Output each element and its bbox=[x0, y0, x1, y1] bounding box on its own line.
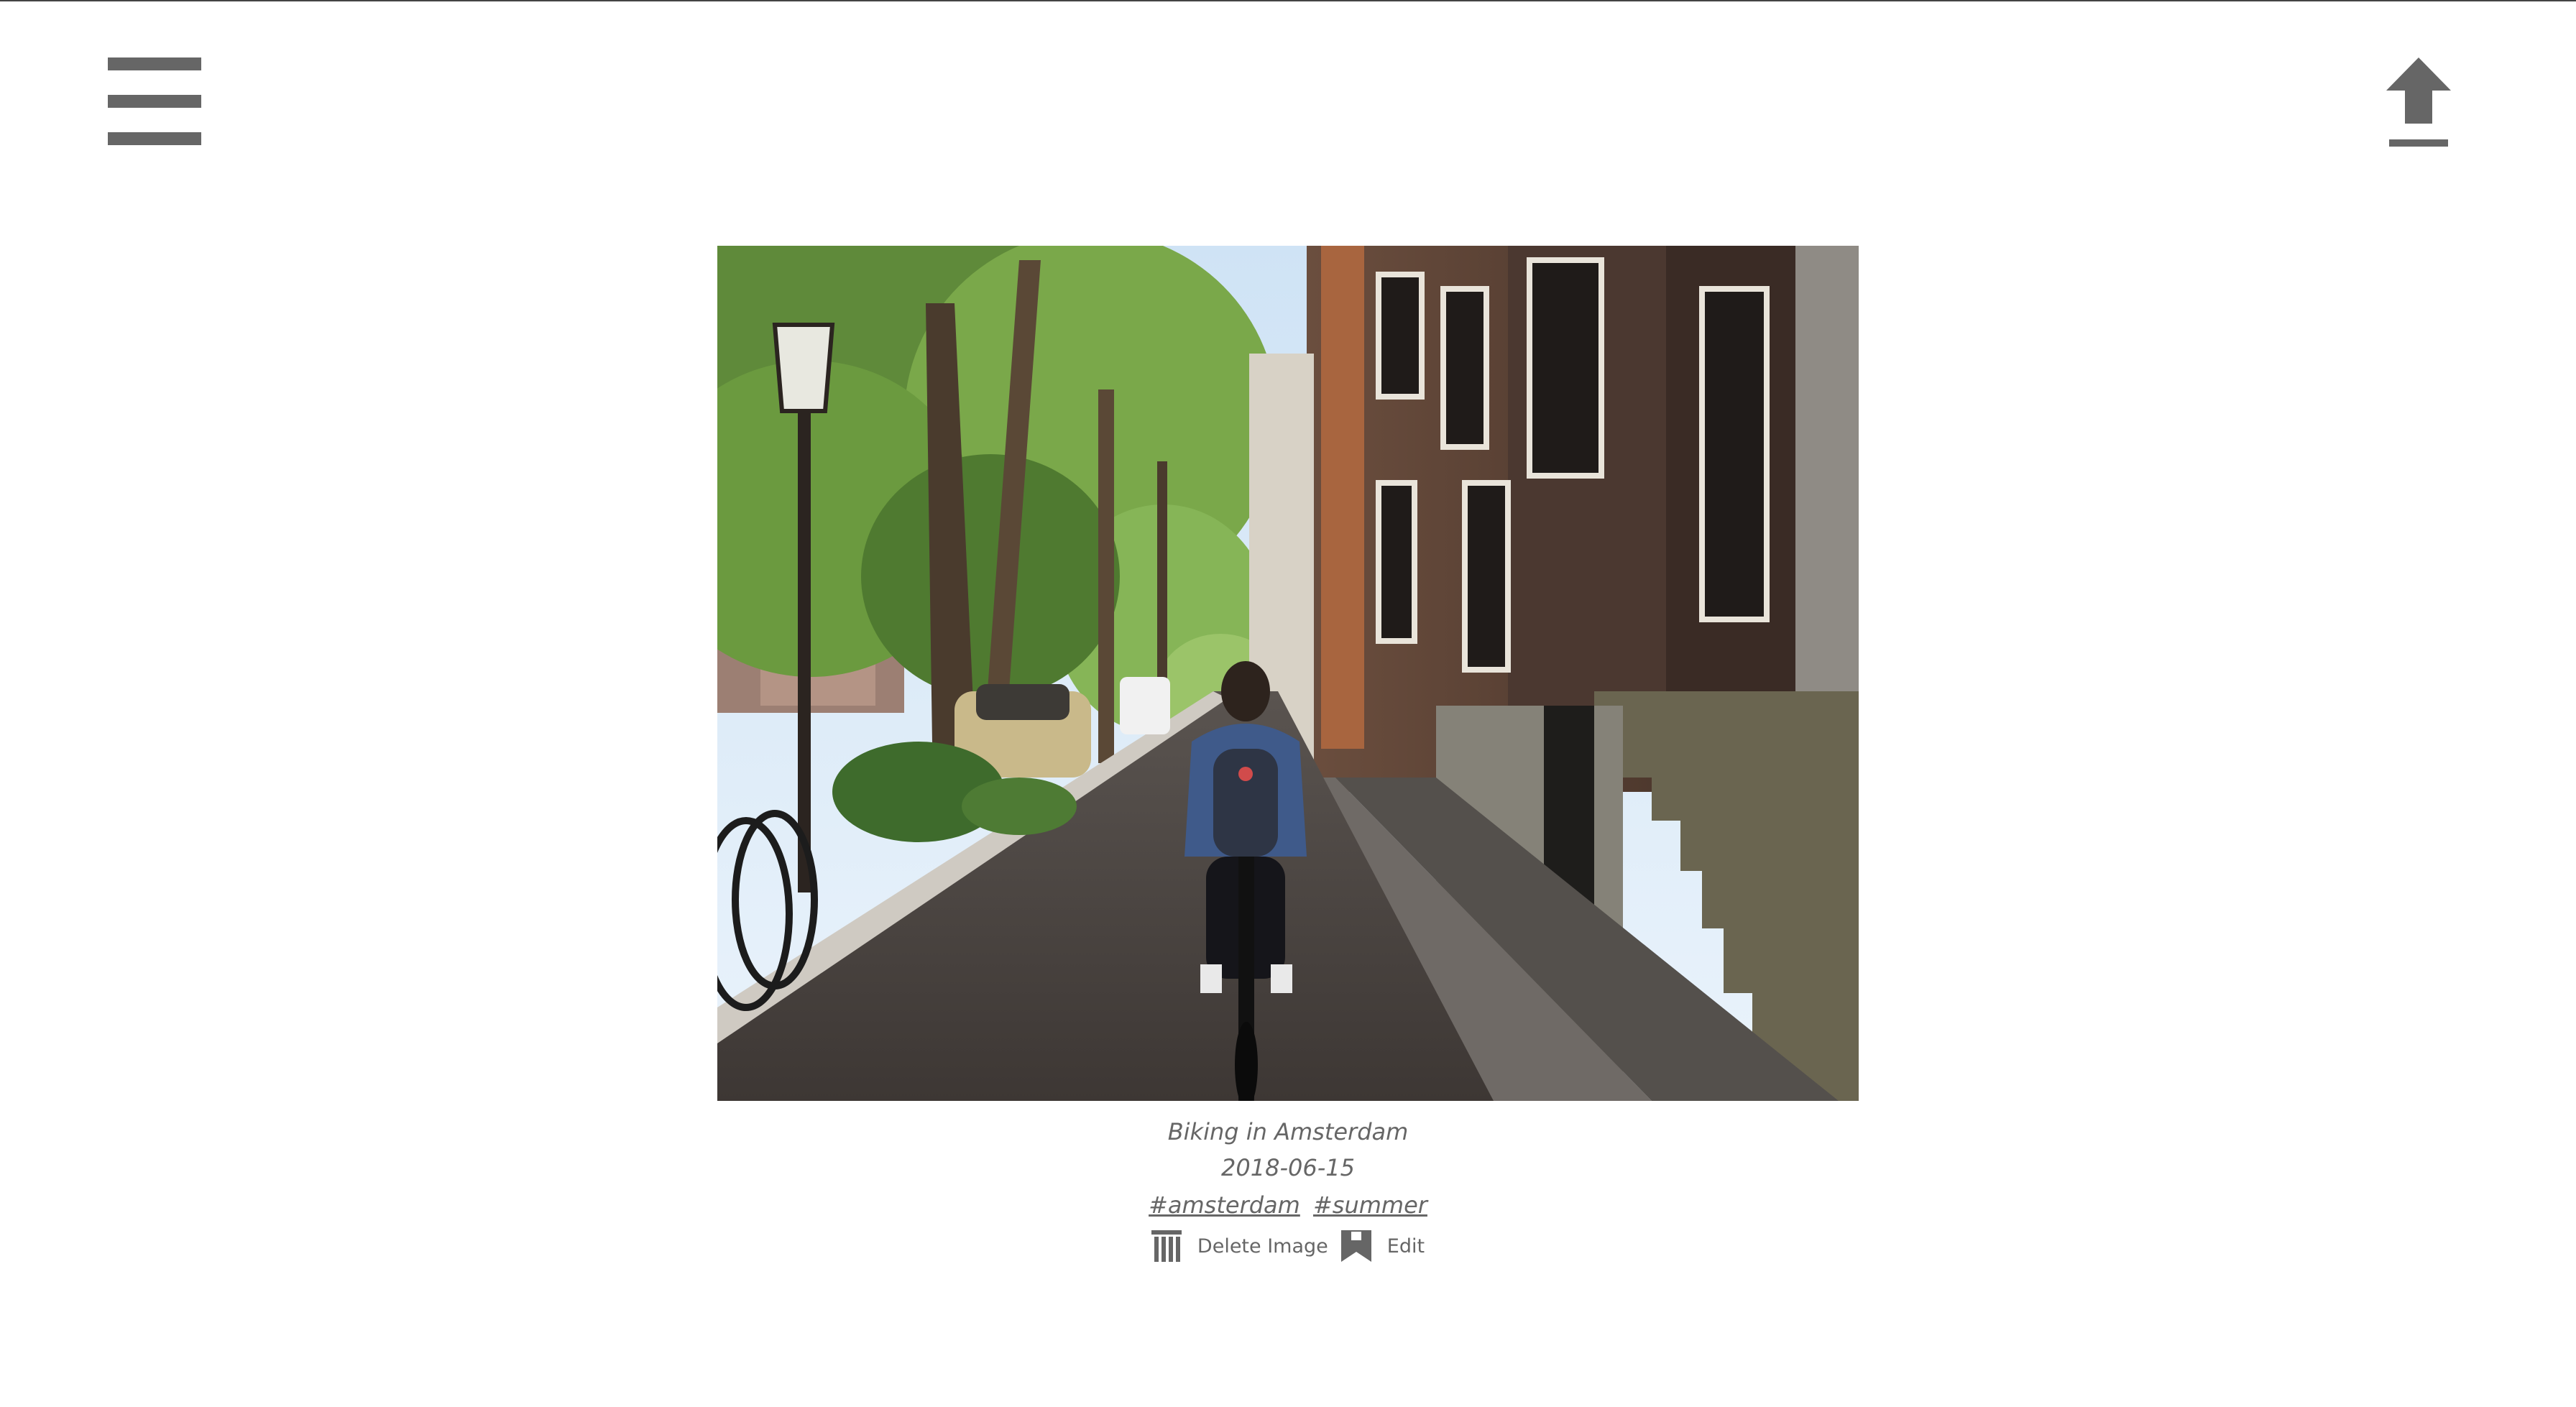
delete-image-label: Delete Image bbox=[1197, 1235, 1328, 1258]
photo-date: 2018-06-15 bbox=[1221, 1154, 1355, 1181]
edit-label: Edit bbox=[1386, 1235, 1425, 1258]
trash-icon bbox=[1151, 1230, 1182, 1262]
app-window: Biking in Amsterdam 2018-06-15 #amsterda… bbox=[0, 0, 2576, 1407]
photo-actions: Delete Image Edit bbox=[717, 1230, 1859, 1262]
delete-image-button[interactable]: Delete Image bbox=[1151, 1230, 1328, 1262]
hamburger-menu-icon[interactable] bbox=[108, 57, 201, 145]
upload-arrow-icon[interactable] bbox=[2386, 57, 2451, 151]
bookmark-icon bbox=[1340, 1230, 1371, 1262]
menu-bar bbox=[108, 132, 201, 145]
menu-bar bbox=[108, 95, 201, 108]
tag-list: #amsterdam #summer bbox=[717, 1187, 1859, 1223]
photo-image bbox=[717, 246, 1859, 1101]
edit-button[interactable]: Edit bbox=[1340, 1230, 1425, 1262]
photo-caption: Biking in Amsterdam bbox=[1167, 1118, 1409, 1145]
tag-link-amsterdam[interactable]: #amsterdam bbox=[1149, 1191, 1300, 1219]
photo-caption-block: Biking in Amsterdam 2018-06-15 #amsterda… bbox=[717, 1114, 1859, 1262]
menu-bar bbox=[108, 57, 201, 70]
tag-link-summer[interactable]: #summer bbox=[1313, 1191, 1427, 1219]
